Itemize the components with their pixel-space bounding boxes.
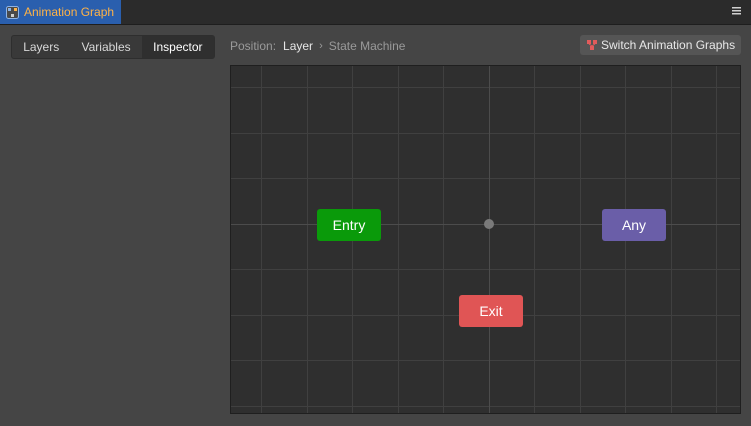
graph-origin-marker — [484, 219, 494, 229]
graph-canvas[interactable]: Entry Any Exit — [230, 65, 741, 414]
breadcrumb-layer[interactable]: Layer — [283, 39, 313, 53]
breadcrumb-separator: › — [319, 40, 323, 52]
tab-layers[interactable]: Layers — [12, 36, 70, 58]
switch-animation-graphs-button[interactable]: Switch Animation Graphs — [580, 35, 741, 55]
switch-button-label: Switch Animation Graphs — [601, 38, 736, 52]
exit-node[interactable]: Exit — [459, 295, 523, 327]
breadcrumb: Position: Layer › State Machine — [230, 38, 405, 54]
any-node[interactable]: Any — [602, 209, 666, 241]
left-panel-tabs: Layers Variables Inspector — [11, 35, 215, 59]
switch-graph-icon — [587, 40, 597, 50]
entry-node[interactable]: Entry — [317, 209, 381, 241]
title-bar: Animation Graph — [0, 0, 751, 25]
tab-animation-graph[interactable]: Animation Graph — [0, 0, 121, 24]
animation-graph-icon — [6, 5, 19, 19]
window-title: Animation Graph — [24, 5, 115, 19]
hamburger-menu-icon[interactable] — [731, 5, 742, 16]
tab-inspector[interactable]: Inspector — [141, 36, 214, 58]
breadcrumb-label: Position: — [230, 39, 277, 53]
tab-variables[interactable]: Variables — [70, 36, 141, 58]
breadcrumb-current: State Machine — [328, 39, 406, 53]
